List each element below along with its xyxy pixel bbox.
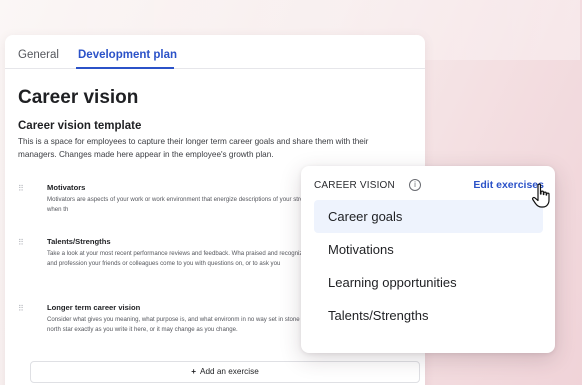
hand-pointer-cursor-icon (532, 183, 550, 208)
career-vision-popover: CAREER VISION i Edit exercises Career go… (301, 166, 555, 353)
page-title: Career vision (18, 87, 139, 108)
exercise-title: Talents/Strengths (47, 237, 111, 246)
exercise-list: Career goals Motivations Learning opport… (314, 200, 543, 332)
add-exercise-label: Add an exercise (200, 367, 259, 376)
exercise-title: Longer term career vision (47, 303, 141, 312)
list-item-learning-opportunities[interactable]: Learning opportunities (314, 266, 543, 299)
info-icon[interactable]: i (409, 179, 421, 191)
template-description: This is a space for employees to capture… (18, 137, 369, 159)
tab-bar: General Development plan (5, 35, 425, 69)
exercise-title: Motivators (47, 183, 86, 192)
tab-general[interactable]: General (18, 49, 59, 61)
popover-title: CAREER VISION (314, 180, 395, 191)
tab-development-plan[interactable]: Development plan (78, 49, 177, 61)
drag-handle-icon[interactable]: ⠿ (18, 184, 24, 193)
list-item-talents-strengths[interactable]: Talents/Strengths (314, 299, 543, 332)
template-title: Career vision template (18, 120, 142, 132)
drag-handle-icon[interactable]: ⠿ (18, 238, 24, 247)
plus-icon: + (191, 367, 197, 376)
active-tab-indicator (76, 67, 174, 69)
list-item-career-goals[interactable]: Career goals (314, 200, 543, 233)
drag-handle-icon[interactable]: ⠿ (18, 304, 24, 313)
add-exercise-button[interactable]: + Add an exercise (30, 361, 420, 383)
list-item-motivations[interactable]: Motivations (314, 233, 543, 266)
